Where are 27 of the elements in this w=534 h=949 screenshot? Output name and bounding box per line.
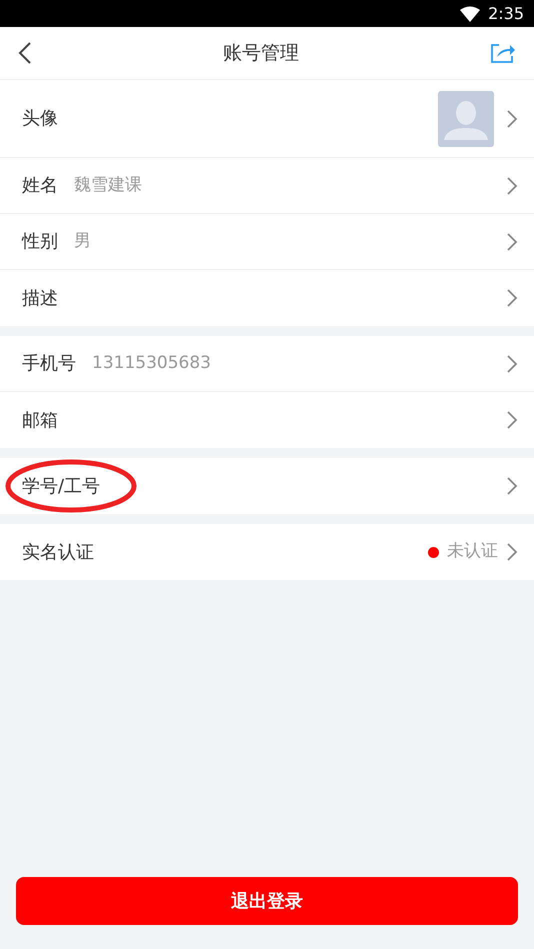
chevron-right-icon	[506, 542, 518, 562]
row-label: 手机号	[22, 353, 76, 374]
chevron-right-icon	[506, 476, 518, 496]
share-icon[interactable]	[490, 42, 516, 64]
row-label: 性别	[22, 231, 58, 252]
row-label: 学号/工号	[22, 476, 100, 496]
wifi-icon	[460, 6, 480, 22]
row-label: 头像	[22, 108, 58, 129]
row-label: 姓名	[22, 175, 58, 196]
row-label: 实名认证	[22, 542, 94, 562]
status-text: 未认证	[447, 540, 498, 564]
chevron-right-icon	[506, 176, 518, 196]
row-value: 13115305683	[92, 352, 211, 375]
chevron-right-icon	[506, 108, 518, 128]
page-title: 账号管理	[223, 40, 299, 66]
chevron-right-icon	[506, 410, 518, 430]
back-icon[interactable]	[18, 41, 32, 65]
row-label: 邮箱	[22, 410, 58, 430]
logout-button[interactable]: 退出登录	[16, 877, 518, 925]
chevron-right-icon	[506, 232, 518, 252]
chevron-right-icon	[506, 354, 518, 374]
row-label: 描述	[22, 288, 58, 308]
status-time: 2:35	[488, 2, 524, 24]
row-value: 魏雪建课	[74, 174, 142, 197]
row-value: 男	[74, 230, 91, 253]
chevron-right-icon	[506, 288, 518, 308]
avatar-placeholder	[438, 90, 494, 146]
